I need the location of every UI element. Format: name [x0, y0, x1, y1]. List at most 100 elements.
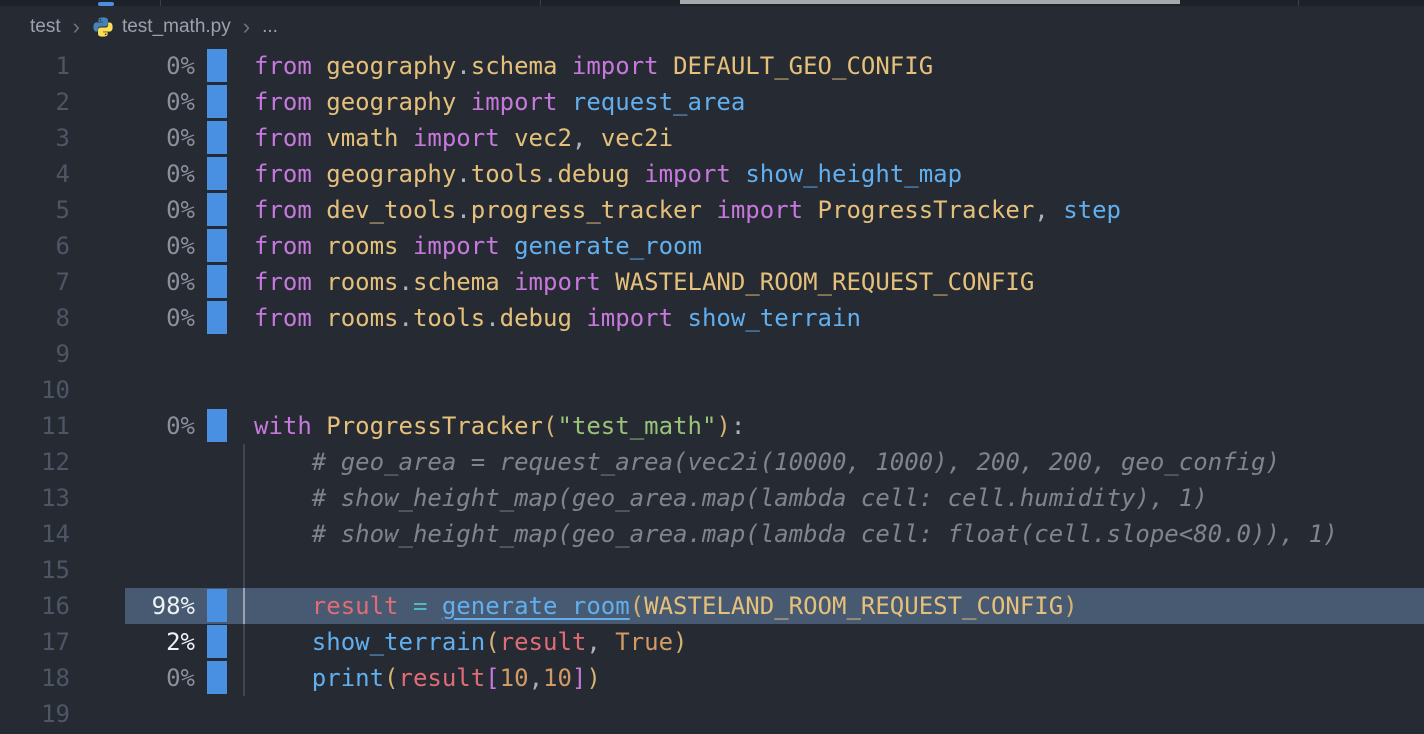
code-text[interactable]: print(result[10,10]) — [239, 660, 1424, 696]
line-number[interactable]: 15 — [0, 552, 70, 588]
token-fn: show_height_map — [745, 160, 962, 188]
code-line-1[interactable]: 10%from geography.schema import DEFAULT_… — [0, 48, 1424, 84]
token-txt — [312, 124, 326, 152]
token-kw: import — [586, 304, 673, 332]
line-number[interactable]: 7 — [0, 264, 70, 300]
code-line-13[interactable]: 13 # show_height_map(geo_area.map(lambda… — [0, 480, 1424, 516]
line-number[interactable]: 1 — [0, 48, 70, 84]
code-line-19[interactable]: 19 — [0, 696, 1424, 732]
code-text[interactable]: from geography.schema import DEFAULT_GEO… — [239, 48, 1424, 84]
line-number[interactable]: 2 — [0, 84, 70, 120]
gutter-marker-slot — [195, 480, 239, 516]
code-line-16[interactable]: 1698% result = generate_room(WASTELAND_R… — [0, 588, 1424, 624]
code-text[interactable]: from rooms import generate_room — [239, 228, 1424, 264]
token-txt — [731, 160, 745, 188]
code-line-4[interactable]: 40%from geography.tools.debug import sho… — [0, 156, 1424, 192]
horizontal-scrollbar-thumb[interactable] — [680, 0, 1180, 4]
code-line-17[interactable]: 172% show_terrain(result, True) — [0, 624, 1424, 660]
coverage-marker — [207, 49, 227, 82]
code-line-15[interactable]: 15 — [0, 552, 1424, 588]
token-mod: ProgressTracker — [326, 412, 543, 440]
breadcrumb-chevron-icon: › — [243, 16, 250, 38]
code-text[interactable]: result = generate_room(WASTELAND_ROOM_RE… — [239, 588, 1424, 624]
code-text[interactable]: from rooms.schema import WASTELAND_ROOM_… — [239, 264, 1424, 300]
line-number[interactable]: 10 — [0, 372, 70, 408]
code-line-7[interactable]: 70%from rooms.schema import WASTELAND_RO… — [0, 264, 1424, 300]
token-kw: with — [254, 412, 312, 440]
coverage-percentage: 0% — [70, 228, 195, 264]
code-line-11[interactable]: 110%with ProgressTracker("test_math"): — [0, 408, 1424, 444]
code-text[interactable]: from geography.tools.debug import show_h… — [239, 156, 1424, 192]
breadcrumb: test › test_math.py ›... — [0, 6, 1424, 48]
coverage-marker — [207, 589, 227, 622]
token-var: result — [500, 628, 587, 656]
coverage-marker — [207, 121, 227, 154]
code-text[interactable]: # show_height_map(geo_area.map(lambda ce… — [239, 516, 1424, 552]
token-num: 10 — [543, 664, 572, 692]
code-line-10[interactable]: 10 — [0, 372, 1424, 408]
line-number[interactable]: 11 — [0, 408, 70, 444]
code-text[interactable] — [239, 372, 1424, 408]
token-txt — [572, 304, 586, 332]
coverage-marker — [207, 193, 227, 226]
code-text[interactable]: from vmath import vec2, vec2i — [239, 120, 1424, 156]
breadcrumb-chevron-icon: › — [73, 16, 80, 38]
line-number[interactable]: 16 — [0, 588, 70, 624]
token-txt — [427, 592, 441, 620]
gutter-marker-slot — [195, 552, 239, 588]
token-par: ( — [384, 664, 398, 692]
code-text[interactable]: show_terrain(result, True) — [239, 624, 1424, 660]
code-text[interactable]: with ProgressTracker("test_math"): — [239, 408, 1424, 444]
line-number[interactable]: 17 — [0, 624, 70, 660]
code-line-14[interactable]: 14 # show_height_map(geo_area.map(lambda… — [0, 516, 1424, 552]
code-text[interactable]: # geo_area = request_area(vec2i(10000, 1… — [239, 444, 1424, 480]
breadcrumb-item-[interactable]: ... — [262, 16, 278, 38]
token-kw: from — [254, 160, 312, 188]
code-text[interactable] — [239, 336, 1424, 372]
token-mod: schema — [471, 52, 558, 80]
token-kw: import — [413, 232, 500, 260]
code-text[interactable]: from dev_tools.progress_tracker import P… — [239, 192, 1424, 228]
token-pun: . — [456, 52, 470, 80]
code-text[interactable]: from rooms.tools.debug import show_terra… — [239, 300, 1424, 336]
code-line-12[interactable]: 12 # geo_area = request_area(vec2i(10000… — [0, 444, 1424, 480]
line-number[interactable]: 13 — [0, 480, 70, 516]
token-txt — [312, 412, 326, 440]
code-line-3[interactable]: 30%from vmath import vec2, vec2i — [0, 120, 1424, 156]
code-line-6[interactable]: 60% from rooms import generate_room — [0, 228, 1424, 264]
line-number[interactable]: 19 — [0, 696, 70, 732]
code-line-5[interactable]: 50%from dev_tools.progress_tracker impor… — [0, 192, 1424, 228]
code-text[interactable] — [239, 696, 1424, 732]
token-txt — [312, 304, 326, 332]
token-kw: import — [716, 196, 803, 224]
code-text[interactable]: # show_height_map(geo_area.map(lambda ce… — [239, 480, 1424, 516]
token-txt — [399, 232, 413, 260]
code-line-8[interactable]: 80%from rooms.tools.debug import show_te… — [0, 300, 1424, 336]
token-num: 10 — [500, 664, 529, 692]
line-number[interactable]: 18 — [0, 660, 70, 696]
gutter-marker-slot — [195, 624, 239, 660]
gutter-marker-slot — [195, 516, 239, 552]
line-number[interactable]: 6 — [0, 228, 70, 264]
line-number[interactable]: 14 — [0, 516, 70, 552]
line-number[interactable]: 5 — [0, 192, 70, 228]
code-line-2[interactable]: 20% from geography import request_area — [0, 84, 1424, 120]
token-txt — [312, 88, 326, 116]
line-number[interactable]: 4 — [0, 156, 70, 192]
code-line-9[interactable]: 9 — [0, 336, 1424, 372]
line-number[interactable]: 3 — [0, 120, 70, 156]
line-number[interactable]: 8 — [0, 300, 70, 336]
breadcrumb-item-test[interactable]: test — [30, 16, 61, 38]
token-txt — [557, 52, 571, 80]
code-line-18[interactable]: 180% print(result[10,10]) — [0, 660, 1424, 696]
token-mod: geography — [326, 160, 456, 188]
line-number[interactable]: 12 — [0, 444, 70, 480]
line-number[interactable]: 9 — [0, 336, 70, 372]
coverage-percentage: 2% — [70, 624, 195, 660]
coverage-percentage: 0% — [70, 84, 195, 120]
code-text[interactable] — [239, 552, 1424, 588]
breadcrumb-item-test_mathpy[interactable]: test_math.py — [122, 16, 231, 38]
indent-guide-active — [243, 588, 245, 624]
token-txt — [500, 268, 514, 296]
code-text[interactable]: from geography import request_area — [239, 84, 1424, 120]
